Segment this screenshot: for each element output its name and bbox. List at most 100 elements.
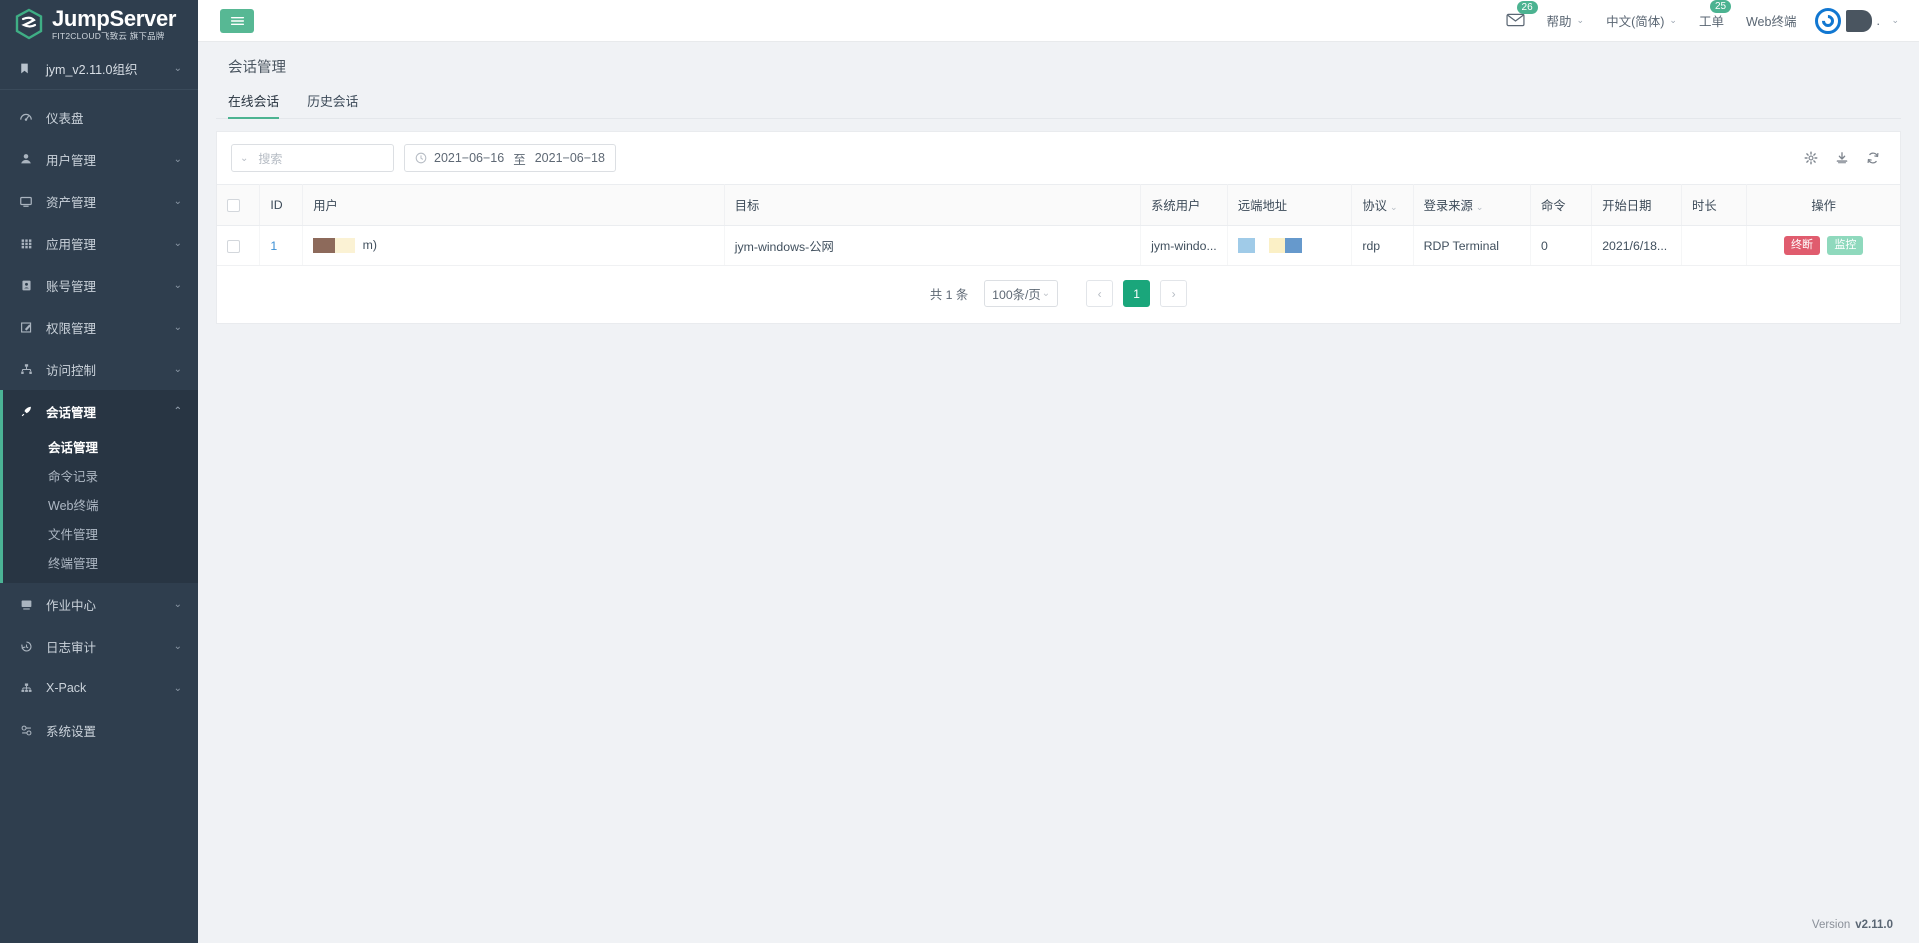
language-menu[interactable]: 中文(简体) ⌄ [1595,0,1688,42]
page-size-select[interactable]: 100条/页 ⌄ [984,280,1058,307]
th-protocol[interactable]: 协议⌄ [1352,185,1413,226]
target-value: jym-windows-公网 [735,240,834,254]
sidebar-item-dashboard[interactable]: 仪表盘 [0,96,198,138]
page-number-button[interactable]: 1 [1123,280,1150,307]
cell-duration [1682,226,1747,266]
table-body: 1 m) jym-windows-公网 jym-windo... [217,226,1900,266]
sidebar-item-job-center[interactable]: 作业中心 ⌄ [0,583,198,625]
sidebar-item-label: 用户管理 [46,150,174,169]
clock-icon [415,152,427,164]
sidebar-subitem-session-management[interactable]: 会话管理 [3,432,198,461]
pagination: 共 1 条 100条/页 ⌄ ‹ 1 › [217,266,1900,323]
prev-page-button[interactable]: ‹ [1086,280,1113,307]
hamburger-icon[interactable] [220,9,254,33]
sidebar-item-access-control[interactable]: 访问控制 ⌄ [0,348,198,390]
power-circle-avatar-icon [1815,8,1841,34]
job-center-icon [18,596,34,612]
help-label: 帮助 [1547,11,1572,30]
sidebar-item-account-management[interactable]: 账号管理 ⌄ [0,264,198,306]
cell-id: 1 [260,226,303,266]
th-target[interactable]: 目标 [724,185,1140,226]
topbar: 26 帮助 ⌄ 中文(简体) ⌄ 工单 25 Web终端 [198,0,1919,42]
mail-badge: 26 [1517,1,1538,14]
sidebar-group-session-management: 会话管理 ⌃ 会话管理 命令记录 Web终端 文件管理 [0,390,198,583]
cell-user: m) [303,226,725,266]
column-label: 系统用户 [1151,199,1200,213]
sidebar-item-asset-management[interactable]: 资产管理 ⌄ [0,180,198,222]
sort-icon[interactable]: ⌄ [1476,202,1484,212]
ticket-button[interactable]: 工单 25 [1688,0,1735,42]
chevron-down-icon: ⌄ [174,364,182,375]
sidebar-item-app-management[interactable]: 应用管理 ⌄ [0,222,198,264]
th-id[interactable]: ID [260,185,303,226]
tab-online-sessions[interactable]: 在线会话 [228,91,279,118]
mail-button[interactable]: 26 [1495,0,1536,42]
sessions-panel: ⌄ 搜索 2021−06−16 至 2021−06−18 [216,131,1901,324]
th-user[interactable]: 用户 [303,185,725,226]
mail-icon [1506,12,1525,30]
sidebar-item-label: 账号管理 [46,276,174,295]
chevron-down-icon[interactable]: ⌄ [240,153,248,164]
sidebar-subitem-terminal-management[interactable]: 终端管理 [3,548,198,577]
th-login-from[interactable]: 登录来源⌄ [1413,185,1530,226]
permission-edit-icon [18,319,34,335]
sidebar-subitem-label: 文件管理 [48,524,98,543]
column-settings-icon[interactable] [1804,151,1818,165]
table-toolbar [1804,151,1886,165]
cell-protocol: rdp [1352,226,1413,266]
sort-icon[interactable]: ⌄ [1390,202,1398,212]
monitor-button[interactable]: 监控 [1827,236,1863,255]
th-duration[interactable]: 时长 [1682,185,1747,226]
terminate-button[interactable]: 终断 [1784,236,1820,255]
next-page-button[interactable]: › [1160,280,1187,307]
refresh-icon[interactable] [1866,151,1880,165]
date-range-separator: 至 [513,149,526,168]
select-all-checkbox[interactable] [227,199,240,212]
sidebar-item-label: 作业中心 [46,595,174,614]
sidebar-subnav: 会话管理 命令记录 Web终端 文件管理 终端管理 [3,432,198,583]
rocket-icon [18,403,34,419]
ticket-badge: 25 [1710,0,1731,13]
sidebar-item-session-management[interactable]: 会话管理 ⌃ [3,390,198,432]
chevron-down-icon: ⌄ [174,683,182,694]
th-system-user[interactable]: 系统用户 [1141,185,1228,226]
row-checkbox[interactable] [227,240,240,253]
topbar-right: 26 帮助 ⌄ 中文(简体) ⌄ 工单 25 Web终端 [1495,0,1905,42]
th-remote-addr[interactable]: 远端地址 [1227,185,1352,226]
th-command[interactable]: 命令 [1530,185,1591,226]
sidebar-item-permission-management[interactable]: 权限管理 ⌄ [0,306,198,348]
brand-header[interactable]: JumpServer FIT2CLOUD飞致云 旗下品牌 [0,0,198,48]
session-id-link[interactable]: 1 [270,239,277,253]
sidebar-subitem-web-terminal[interactable]: Web终端 [3,490,198,519]
sidebar-item-xpack[interactable]: X-Pack ⌄ [0,667,198,709]
date-range-picker[interactable]: 2021−06−16 至 2021−06−18 [404,144,616,172]
tab-label: 历史会话 [307,94,358,109]
th-start-date[interactable]: 开始日期 [1592,185,1682,226]
sidebar-subitem-file-management[interactable]: 文件管理 [3,519,198,548]
sessions-table: ID 用户 目标 系统用户 远端地址 协议⌄ 登录来源⌄ 命令 开始日期 时长 … [217,184,1900,266]
cell-command: 0 [1530,226,1591,266]
user-menu[interactable]: . ⌄ [1807,0,1905,42]
tab-history-sessions[interactable]: 历史会话 [307,91,358,118]
cell-checkbox [217,226,260,266]
table-row[interactable]: 1 m) jym-windows-公网 jym-windo... [217,226,1900,266]
web-terminal-link[interactable]: Web终端 [1735,0,1807,42]
redaction-block [335,238,355,253]
tab-bar: 在线会话 历史会话 [216,91,1901,119]
sidebar-nav: 仪表盘 用户管理 ⌄ 资产管理 ⌄ [0,90,198,751]
users-icon [18,151,34,167]
org-selector[interactable]: jym_v2.11.0组织 ⌄ [0,48,198,90]
sidebar-item-log-audit[interactable]: 日志审计 ⌄ [0,625,198,667]
username-redacted: . [1876,14,1886,28]
redaction-block [1269,238,1285,253]
sidebar-subitem-label: 终端管理 [48,553,98,572]
search-input[interactable]: ⌄ 搜索 [231,144,394,172]
sidebar-item-system-settings[interactable]: 系统设置 [0,709,198,751]
history-icon [18,638,34,654]
brand-title: JumpServer [52,7,176,31]
sidebar-item-user-management[interactable]: 用户管理 ⌄ [0,138,198,180]
help-menu[interactable]: 帮助 ⌄ [1536,0,1596,42]
sidebar-subitem-command-records[interactable]: 命令记录 [3,461,198,490]
bookmark-icon [18,62,34,75]
export-download-icon[interactable] [1835,151,1849,165]
